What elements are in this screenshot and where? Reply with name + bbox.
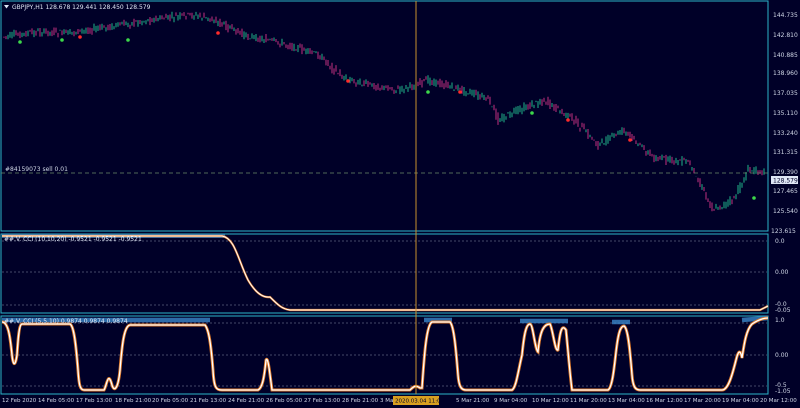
svg-text:-1.05: -1.05 bbox=[775, 388, 791, 395]
sell-signal-dot bbox=[78, 35, 82, 39]
indicator1-top-level: 123.615 bbox=[771, 228, 796, 235]
symbol-info: GBPJPY,H1 128.678 129.441 128.450 128.57… bbox=[12, 4, 151, 11]
time-axis-label: 17 Feb 13:00 bbox=[76, 398, 113, 404]
time-axis-label: 24 Feb 21:00 bbox=[228, 398, 265, 404]
time-axis-label: 20 Mar 12:00 bbox=[760, 398, 797, 404]
svg-text:0.0: 0.0 bbox=[775, 238, 785, 245]
order-line-label: #84159073 sell 0.01 bbox=[5, 166, 68, 173]
buy-signal-dot bbox=[752, 196, 756, 200]
svg-text:137.035: 137.035 bbox=[773, 90, 798, 97]
svg-text:140.885: 140.885 bbox=[773, 52, 798, 59]
svg-text:125.540: 125.540 bbox=[773, 208, 798, 215]
indicator1-header: ##.V. CCI (10,10,20) -0.9521 -0.9521 -0.… bbox=[4, 236, 142, 243]
sell-signal-dot bbox=[458, 90, 462, 94]
buy-signal-dot bbox=[530, 111, 534, 115]
time-axis-label: 14 Feb 05:00 bbox=[38, 398, 75, 404]
time-axis-label: 13 Mar 04:00 bbox=[608, 398, 645, 404]
time-axis-label: 18 Feb 21:00 bbox=[115, 398, 152, 404]
time-axis-label: 12 Feb 2020 bbox=[2, 398, 37, 404]
time-axis-label: 10 Mar 12:00 bbox=[532, 398, 569, 404]
time-axis-label: 20 Feb 05:00 bbox=[152, 398, 189, 404]
crosshair-time-text: 2020.03.04 11:00 bbox=[395, 399, 445, 405]
time-axis-label: 16 Mar 12:00 bbox=[646, 398, 683, 404]
svg-text:131.315: 131.315 bbox=[773, 149, 798, 156]
time-axis-label: 11 Mar 20:00 bbox=[570, 398, 607, 404]
svg-text:133.240: 133.240 bbox=[773, 130, 798, 137]
buy-signal-dot bbox=[426, 90, 430, 94]
time-axis-label: 17 Mar 20:00 bbox=[684, 398, 721, 404]
indicator2-header: ##.V. CCI (5,5,10) 0.9874 0.9874 0.9874 bbox=[4, 318, 128, 325]
svg-text:-0.05: -0.05 bbox=[775, 307, 791, 314]
time-axis-label: 9 Mar 04:00 bbox=[494, 398, 528, 404]
time-axis-label: 26 Feb 05:00 bbox=[266, 398, 303, 404]
svg-text:1.0: 1.0 bbox=[775, 317, 785, 324]
svg-text:142.810: 142.810 bbox=[773, 32, 798, 39]
time-axis-label: 21 Feb 13:00 bbox=[190, 398, 227, 404]
sell-signal-dot bbox=[566, 118, 570, 122]
svg-text:127.465: 127.465 bbox=[773, 188, 798, 195]
chart-window[interactable]: #84159073 sell 0.01 ##.V. CCI (10,10,20)… bbox=[0, 0, 800, 408]
svg-text:135.110: 135.110 bbox=[773, 110, 798, 117]
svg-text:138.960: 138.960 bbox=[773, 70, 798, 77]
sell-signal-dot bbox=[346, 79, 350, 83]
time-axis-label: 19 Mar 04:00 bbox=[722, 398, 759, 404]
svg-text:129.390: 129.390 bbox=[773, 169, 798, 176]
buy-signal-dot bbox=[126, 38, 130, 42]
buy-signal-dot bbox=[60, 38, 64, 42]
time-axis-label: 27 Feb 13:00 bbox=[304, 398, 341, 404]
time-axis-label: 5 Mar 21:00 bbox=[456, 398, 490, 404]
svg-text:0.00: 0.00 bbox=[775, 352, 789, 359]
time-axis-label: 28 Feb 21:00 bbox=[342, 398, 379, 404]
current-price-text: 128.579 bbox=[773, 178, 798, 185]
svg-text:0.00: 0.00 bbox=[775, 269, 789, 276]
buy-signal-dot bbox=[18, 40, 22, 44]
svg-text:144.735: 144.735 bbox=[773, 12, 798, 19]
sell-signal-dot bbox=[216, 31, 220, 35]
sell-signal-dot bbox=[628, 138, 632, 142]
